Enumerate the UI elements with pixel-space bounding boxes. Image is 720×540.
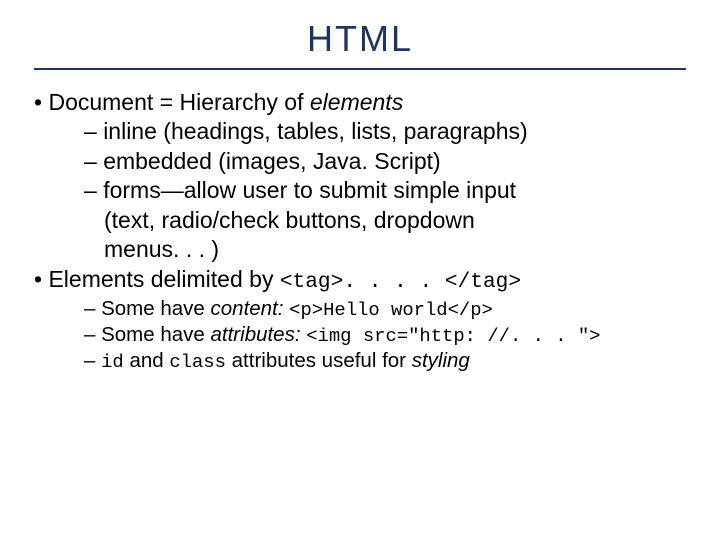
text-em: styling — [412, 349, 470, 372]
text: embedded (images, Java. Script) — [103, 148, 441, 174]
bullet-forms: forms—allow user to submit simple input — [34, 176, 686, 205]
content-body: Document = Hierarchy of elements inline … — [34, 88, 686, 374]
bullet-attributes: Some have attributes: <img src="http: //… — [34, 322, 686, 348]
text: forms—allow user to submit simple input — [103, 177, 516, 203]
code-class: class — [169, 351, 226, 373]
bullet-embedded: embedded (images, Java. Script) — [34, 147, 686, 176]
bullet-inline: inline (headings, tables, lists, paragra… — [34, 117, 686, 146]
bullet-forms-cont1: (text, radio/check buttons, dropdown — [34, 206, 686, 235]
bullet-content: Some have content: <p>Hello world</p> — [34, 296, 686, 322]
code-id: id — [101, 351, 124, 373]
text-em: content: — [211, 297, 290, 320]
code-tag: <tag>. . . . </tag> — [280, 270, 521, 294]
text: (text, radio/check buttons, dropdown — [104, 207, 475, 233]
text: Document = Hierarchy of — [48, 89, 309, 115]
text-em: elements — [310, 89, 403, 115]
bullet-elements-delimited: Elements delimited by <tag>. . . . </tag… — [34, 265, 686, 296]
bullet-document-hierarchy: Document = Hierarchy of elements — [34, 88, 686, 117]
sub-bullets-small: Some have content: <p>Hello world</p> So… — [34, 296, 686, 375]
text: Some have — [101, 297, 210, 320]
text: and — [124, 349, 170, 372]
bullet-id-class: id and class attributes useful for styli… — [34, 348, 686, 374]
text: Some have — [101, 323, 210, 346]
text: inline (headings, tables, lists, paragra… — [103, 118, 527, 144]
page-title: HTML — [34, 18, 686, 60]
text-em: attributes: — [211, 323, 307, 346]
code-img: <img src="http: //. . . "> — [306, 325, 600, 347]
text: Elements delimited by — [48, 266, 279, 292]
text: attributes useful for — [226, 349, 412, 372]
code-p: <p>Hello world</p> — [289, 299, 493, 321]
title-divider — [34, 68, 686, 70]
bullet-forms-cont2: menus. . . ) — [34, 235, 686, 264]
text: menus. . . ) — [104, 236, 219, 262]
slide: HTML Document = Hierarchy of elements in… — [0, 0, 720, 540]
